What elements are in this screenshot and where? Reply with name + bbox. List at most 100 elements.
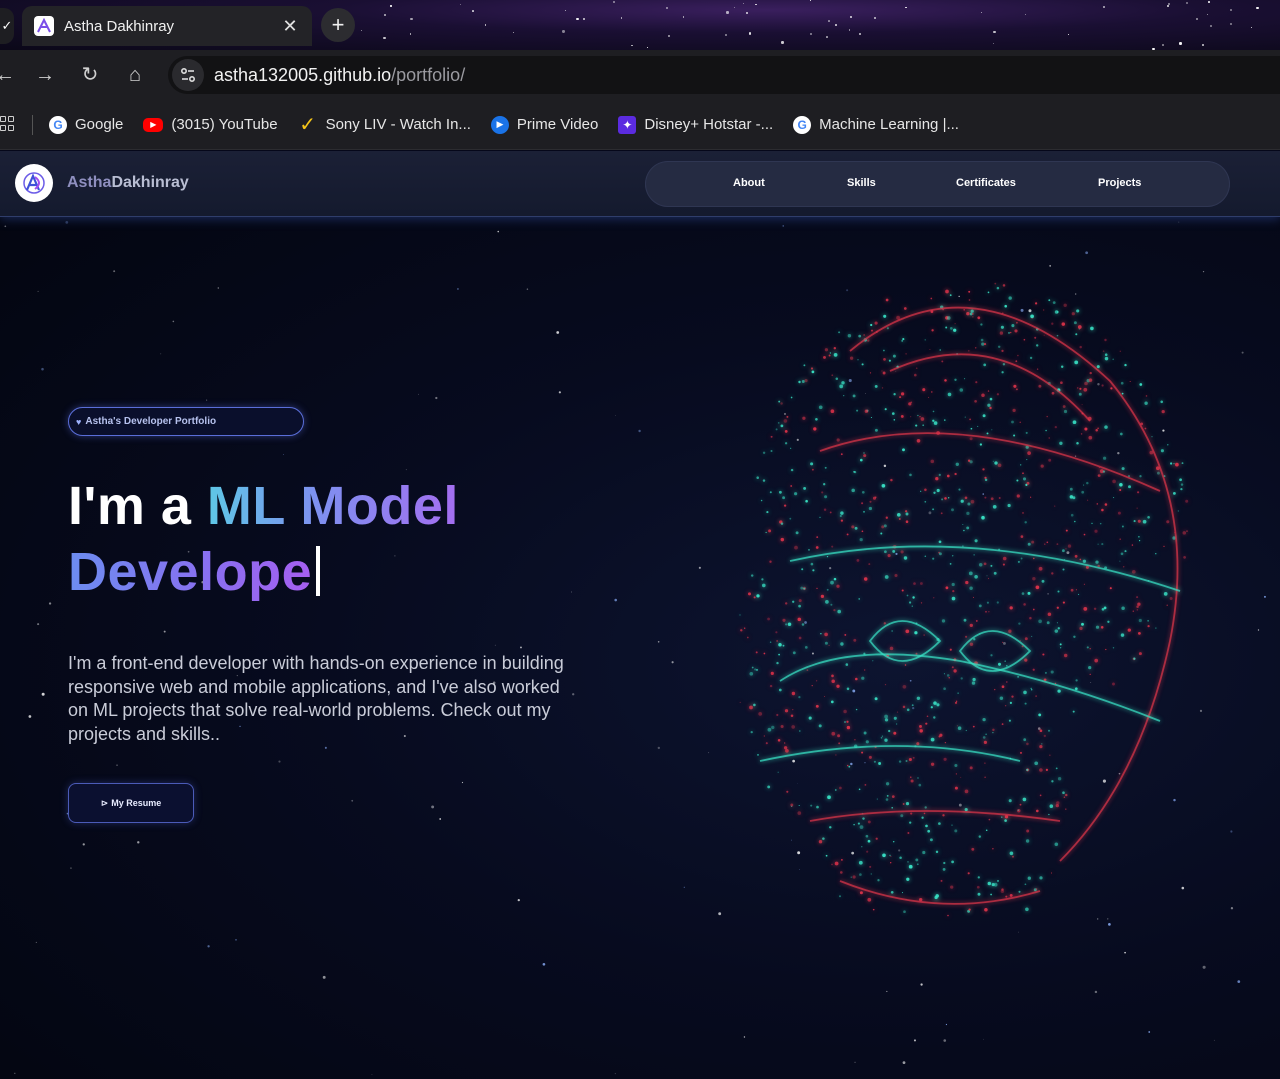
star: [945, 1023, 948, 1026]
hologram-point: [960, 499, 964, 503]
hologram-point: [1027, 451, 1031, 455]
hologram-point: [949, 563, 952, 565]
star: [431, 805, 435, 809]
hologram-point: [1051, 391, 1055, 395]
hologram-point: [1024, 658, 1028, 662]
bookmark-item[interactable]: G Google: [49, 115, 123, 134]
star: [41, 692, 45, 696]
hologram-point: [971, 681, 976, 685]
bookmark-item[interactable]: G Machine Learning |...: [793, 115, 959, 134]
hologram-point: [756, 594, 760, 598]
brand-logo-icon[interactable]: [15, 164, 53, 202]
hologram-point: [919, 416, 921, 418]
hologram-point: [919, 582, 923, 585]
hologram-point: [766, 511, 769, 514]
bookmark-item[interactable]: ✓ Sony LIV - Watch In...: [298, 114, 471, 136]
back-icon[interactable]: ←: [0, 60, 20, 90]
hologram-point: [978, 835, 982, 838]
star: [520, 646, 522, 649]
hologram-point: [1043, 334, 1045, 336]
star: [371, 1074, 373, 1075]
hologram-point: [1057, 627, 1060, 630]
star: [1264, 595, 1266, 598]
hologram-point: [1147, 624, 1150, 628]
hologram-point: [870, 323, 873, 327]
reload-icon[interactable]: ↻: [75, 60, 105, 90]
star: [278, 760, 281, 763]
nav-about[interactable]: About: [733, 177, 765, 189]
hologram-point: [790, 485, 793, 487]
hologram-point: [989, 406, 992, 410]
hologram-point: [997, 879, 999, 882]
hologram-point: [1138, 652, 1142, 656]
hologram-point: [917, 777, 919, 779]
hologram-point: [763, 652, 766, 655]
hologram-point: [880, 736, 883, 739]
brand-first-name: Astha: [67, 174, 112, 191]
hologram-point: [839, 514, 842, 518]
hologram-point: [972, 596, 975, 598]
hologram-point: [982, 736, 986, 739]
hologram-contour: [819, 432, 1161, 492]
hologram-point: [1119, 488, 1122, 492]
star: [1085, 251, 1089, 255]
nav-certificates[interactable]: Certificates: [956, 177, 1016, 189]
hologram-point: [915, 424, 918, 427]
hologram-point: [899, 856, 902, 859]
hologram-point: [830, 700, 834, 704]
hologram-point: [1014, 329, 1018, 333]
star: [497, 230, 500, 233]
hologram-point: [965, 635, 968, 638]
star: [781, 41, 784, 44]
star: [1202, 965, 1206, 969]
hologram-point: [831, 679, 835, 683]
hologram-point: [930, 706, 933, 709]
hologram-point: [945, 586, 949, 590]
hologram-point: [902, 684, 907, 689]
nav-skills[interactable]: Skills: [847, 177, 876, 189]
hologram-point: [1062, 601, 1065, 604]
hologram-point: [955, 462, 959, 466]
active-tab[interactable]: Astha Dakhinray ✕: [22, 6, 312, 46]
star: [682, 15, 685, 18]
new-tab-button[interactable]: +: [321, 8, 355, 42]
hologram-point: [925, 722, 928, 725]
hologram-point: [1048, 729, 1050, 732]
hologram-point: [935, 850, 939, 854]
previous-tab[interactable]: ✓: [0, 8, 14, 44]
hologram-point: [812, 569, 815, 572]
bookmark-item[interactable]: ▶ (3015) YouTube: [143, 116, 278, 133]
hologram-point: [823, 483, 826, 486]
hologram-point: [958, 488, 961, 491]
hologram-point: [1009, 331, 1012, 334]
hologram-point: [1023, 603, 1026, 606]
hologram-point: [990, 564, 993, 567]
resume-button[interactable]: ⊳ My Resume: [68, 783, 194, 823]
hologram-point: [830, 580, 834, 585]
site-info-icon[interactable]: [172, 59, 204, 91]
hologram-point: [965, 580, 969, 585]
home-icon[interactable]: ⌂: [120, 60, 150, 90]
bookmark-item[interactable]: ✦ Disney+ Hotstar -...: [618, 115, 773, 134]
hologram-point: [928, 396, 930, 398]
hologram-point: [784, 709, 789, 713]
hologram-point: [975, 381, 978, 384]
hologram-point: [938, 552, 942, 556]
bookmark-label: Sony LIV - Watch In...: [325, 116, 471, 133]
hologram-point: [884, 683, 887, 686]
hologram-point: [782, 618, 786, 622]
bookmark-item[interactable]: ▶ Prime Video: [490, 115, 598, 134]
hologram-point: [938, 735, 941, 738]
address-bar[interactable]: astha132005.github.io /portfolio/: [168, 56, 1280, 94]
hologram-point: [869, 372, 872, 374]
hologram-point: [955, 773, 958, 775]
hologram-point: [831, 374, 834, 377]
nav-projects[interactable]: Projects: [1098, 177, 1141, 189]
hologram-point: [924, 806, 927, 809]
close-icon[interactable]: ✕: [280, 16, 300, 37]
hologram-point: [771, 725, 775, 730]
hologram-point: [780, 424, 784, 428]
forward-icon[interactable]: →: [30, 60, 60, 90]
apps-grid-icon[interactable]: [0, 115, 16, 134]
brand-name[interactable]: AsthaDakhinray: [67, 174, 189, 192]
